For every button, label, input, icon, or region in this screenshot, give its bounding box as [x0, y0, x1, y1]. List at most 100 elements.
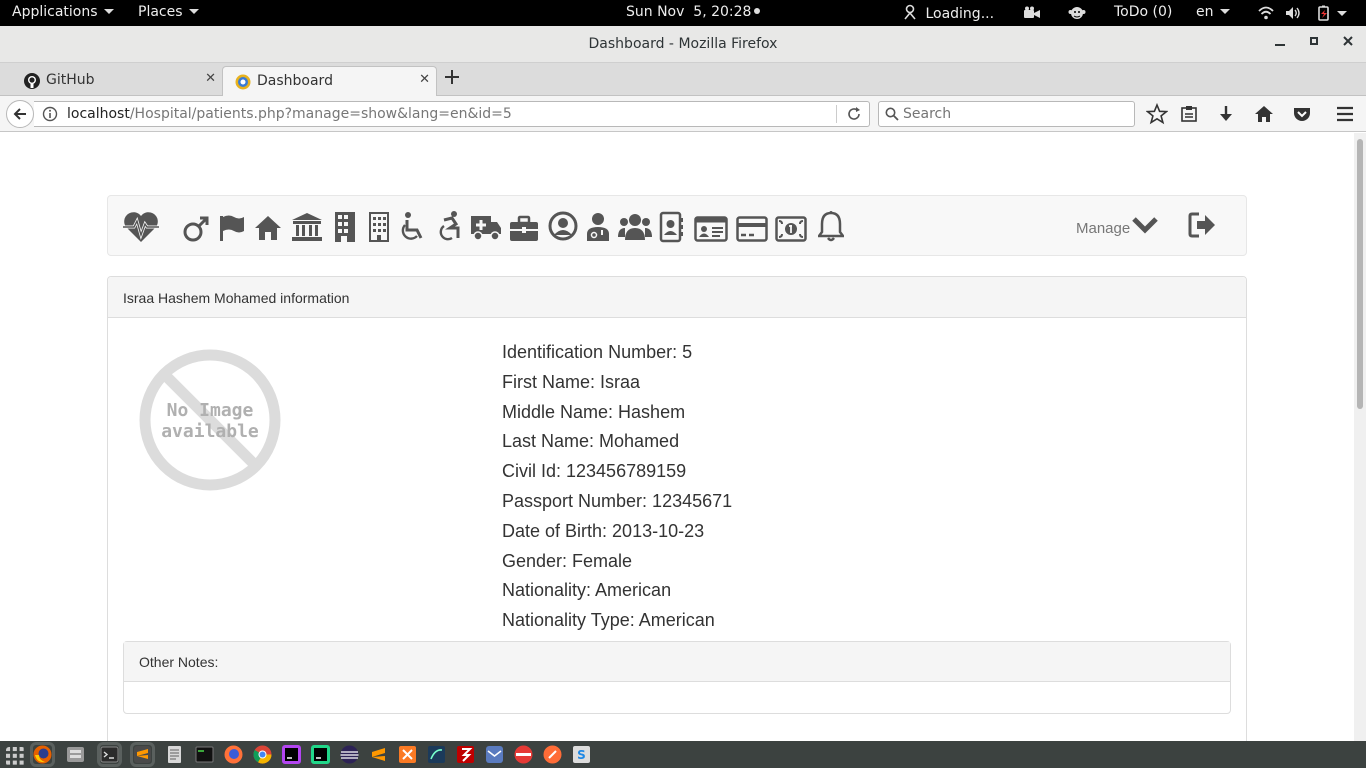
- minimize-button[interactable]: [1269, 34, 1291, 54]
- pycharm-icon[interactable]: [311, 745, 330, 764]
- flag-icon[interactable]: [218, 211, 246, 245]
- text-editor-icon[interactable]: [165, 745, 184, 764]
- window-title: Dashboard - Mozilla Firefox: [588, 36, 778, 52]
- places-label: Places: [138, 4, 183, 20]
- manage-dropdown[interactable]: Manage: [1076, 220, 1130, 237]
- chevron-down-icon: [1219, 9, 1230, 14]
- system-menu-chevron-icon[interactable]: [1337, 11, 1347, 16]
- wifi-icon[interactable]: [1258, 6, 1274, 20]
- wheelchair-icon[interactable]: [399, 210, 427, 244]
- tab-github[interactable]: GitHub ✕: [12, 66, 222, 96]
- male-icon[interactable]: [182, 212, 210, 246]
- postman-icon[interactable]: [543, 745, 562, 764]
- bookmark-star-icon[interactable]: [1146, 103, 1168, 125]
- show-apps-icon[interactable]: [6, 747, 25, 766]
- back-button[interactable]: [6, 100, 34, 128]
- tab-dashboard[interactable]: Dashboard ✕: [222, 66, 437, 96]
- credit-card-icon[interactable]: [736, 212, 768, 246]
- info-icon[interactable]: [42, 106, 58, 122]
- tab-label: GitHub: [46, 72, 95, 88]
- close-window-button[interactable]: [1337, 34, 1359, 54]
- dock-taskbar: S: [0, 741, 1366, 768]
- xampp-icon[interactable]: [398, 745, 417, 764]
- clock[interactable]: Sun Nov 5, 20:28: [626, 4, 761, 20]
- bank-icon[interactable]: [290, 210, 324, 244]
- chrome-icon[interactable]: [253, 745, 272, 764]
- field-last-name: Last Name: Mohamed: [502, 431, 680, 451]
- maximize-button[interactable]: [1303, 34, 1325, 54]
- sublime-merge-icon[interactable]: S: [572, 745, 591, 764]
- home-icon[interactable]: [1253, 103, 1275, 125]
- briefcase-icon[interactable]: [509, 212, 539, 246]
- scrollbar-thumb[interactable]: [1357, 139, 1363, 409]
- search-input[interactable]: [903, 104, 1128, 124]
- other-notes-panel: Other Notes:: [123, 641, 1231, 714]
- sublime-text-icon[interactable]: [133, 745, 152, 764]
- filezilla-icon[interactable]: [456, 745, 475, 764]
- id-card-icon[interactable]: [694, 212, 728, 246]
- eclipse-icon[interactable]: [340, 745, 359, 764]
- language-selector[interactable]: en: [1196, 4, 1230, 20]
- notes-heading: Other Notes:: [124, 642, 1230, 682]
- heartbeat-icon[interactable]: [122, 210, 160, 244]
- todo-indicator[interactable]: ToDo (0): [1114, 4, 1172, 20]
- user-circle-icon[interactable]: [548, 209, 578, 243]
- user-md-icon[interactable]: [586, 210, 610, 244]
- files-icon[interactable]: [66, 745, 85, 764]
- reload-icon[interactable]: [847, 107, 861, 121]
- field-gender: Gender: Female: [502, 551, 633, 571]
- minimize-icon: [1275, 44, 1285, 46]
- terminal-dark-icon[interactable]: [195, 745, 214, 764]
- battery-icon[interactable]: [1316, 5, 1332, 21]
- home-icon[interactable]: [254, 211, 282, 245]
- field-nationality: Nationality: American: [502, 580, 672, 600]
- phpstorm-icon[interactable]: [282, 745, 301, 764]
- address-book-icon[interactable]: [658, 210, 684, 244]
- unity-icon[interactable]: [514, 745, 533, 764]
- mysql-workbench-icon[interactable]: [427, 745, 446, 764]
- firefox-icon[interactable]: [33, 745, 52, 764]
- hamburger-menu-icon[interactable]: [1334, 103, 1356, 125]
- building-icon[interactable]: [334, 210, 356, 244]
- loading-label: Loading...: [925, 6, 995, 22]
- chevron-down-icon[interactable]: [1132, 216, 1158, 234]
- page-scrollbar[interactable]: [1354, 133, 1366, 741]
- chevron-down-icon: [103, 9, 114, 14]
- terminal-icon[interactable]: [100, 745, 119, 764]
- notification-dot-icon: [754, 8, 761, 14]
- money-icon[interactable]: [775, 212, 807, 246]
- reading-list-icon[interactable]: [1178, 103, 1200, 125]
- new-tab-button[interactable]: [444, 66, 460, 90]
- applications-label: Applications: [12, 4, 98, 20]
- bell-icon[interactable]: [818, 209, 844, 243]
- close-tab-icon[interactable]: ✕: [205, 71, 216, 86]
- search-bar[interactable]: [878, 101, 1135, 127]
- pocket-icon[interactable]: [1291, 103, 1313, 125]
- url-bar[interactable]: localhost/Hospital/patients.php?manage=s…: [34, 101, 870, 127]
- network-person-icon: [904, 4, 916, 20]
- tab-strip: GitHub ✕ Dashboard ✕: [0, 63, 1366, 96]
- video-camera-icon[interactable]: [1023, 6, 1041, 20]
- places-menu[interactable]: Places: [138, 4, 199, 20]
- applications-menu[interactable]: Applications: [12, 4, 114, 20]
- chevron-down-icon: [188, 9, 199, 14]
- monkey-face-icon[interactable]: [1068, 5, 1086, 21]
- firefox-alt-icon[interactable]: [224, 745, 243, 764]
- accessible-icon[interactable]: [436, 209, 464, 243]
- volume-icon[interactable]: [1285, 6, 1301, 20]
- url-divider: [836, 105, 837, 123]
- panel-heading: Israa Hashem Mohamed information: [108, 277, 1246, 318]
- users-icon[interactable]: [618, 210, 652, 244]
- field-first-name: First Name: Israa: [502, 372, 641, 392]
- logout-icon[interactable]: [1188, 212, 1216, 238]
- field-passport-number: Passport Number: 12345671: [502, 491, 733, 511]
- ambulance-icon[interactable]: [470, 210, 502, 244]
- building-outline-icon[interactable]: [368, 210, 390, 244]
- url-text[interactable]: localhost/Hospital/patients.php?manage=s…: [67, 106, 512, 122]
- download-icon[interactable]: [1215, 103, 1237, 125]
- kmail-icon[interactable]: [485, 745, 504, 764]
- loading-indicator[interactable]: Loading...: [902, 4, 994, 22]
- sublime-alt-icon[interactable]: [369, 745, 388, 764]
- close-tab-icon[interactable]: ✕: [419, 72, 430, 87]
- field-middle-name: Middle Name: Hashem: [502, 402, 686, 422]
